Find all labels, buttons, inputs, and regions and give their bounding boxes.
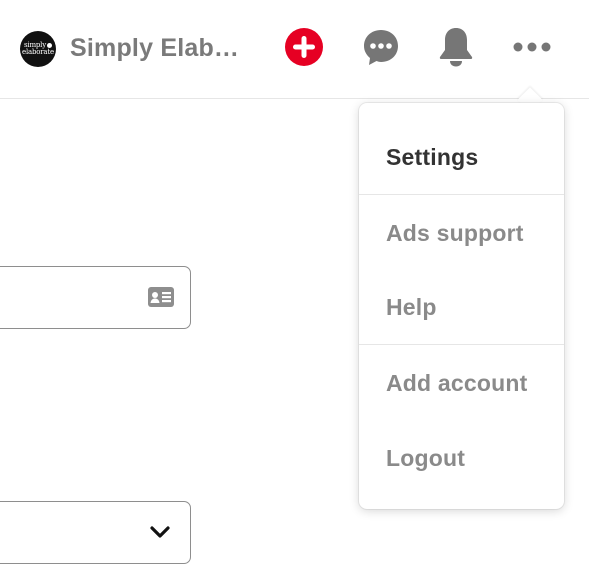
top-bar: simply elaborate Simply Elab…	[0, 0, 589, 99]
id-card-icon	[148, 287, 174, 307]
chevron-down-icon	[150, 526, 170, 538]
menu-item-logout[interactable]: Logout	[359, 445, 564, 472]
avatar-logo-text: simply elaborate	[22, 42, 54, 56]
menu-item-help[interactable]: Help	[359, 294, 564, 321]
account-name[interactable]: Simply Elab…	[70, 34, 239, 63]
more-options-menu: Settings Ads support Help Add account Lo…	[359, 103, 564, 509]
menu-divider	[359, 344, 564, 345]
menu-item-add-account[interactable]: Add account	[359, 370, 564, 397]
id-field[interactable]	[0, 266, 191, 329]
menu-item-ads-support[interactable]: Ads support	[359, 220, 564, 247]
bell-icon	[439, 28, 473, 67]
create-button[interactable]	[283, 26, 325, 68]
profile-avatar[interactable]: simply elaborate	[20, 31, 56, 67]
ellipsis-icon	[513, 42, 551, 52]
menu-divider	[359, 194, 564, 195]
more-options-button[interactable]	[511, 26, 553, 68]
speech-bubble-icon	[364, 30, 398, 65]
select-field[interactable]	[0, 501, 191, 564]
avatar-logo-line2: elaborate	[22, 48, 54, 56]
plus-circle-icon	[285, 28, 323, 66]
avatar-logo-dot	[46, 42, 52, 48]
menu-item-settings[interactable]: Settings	[359, 144, 564, 171]
messages-button[interactable]	[360, 26, 402, 68]
notifications-button[interactable]	[435, 26, 477, 68]
